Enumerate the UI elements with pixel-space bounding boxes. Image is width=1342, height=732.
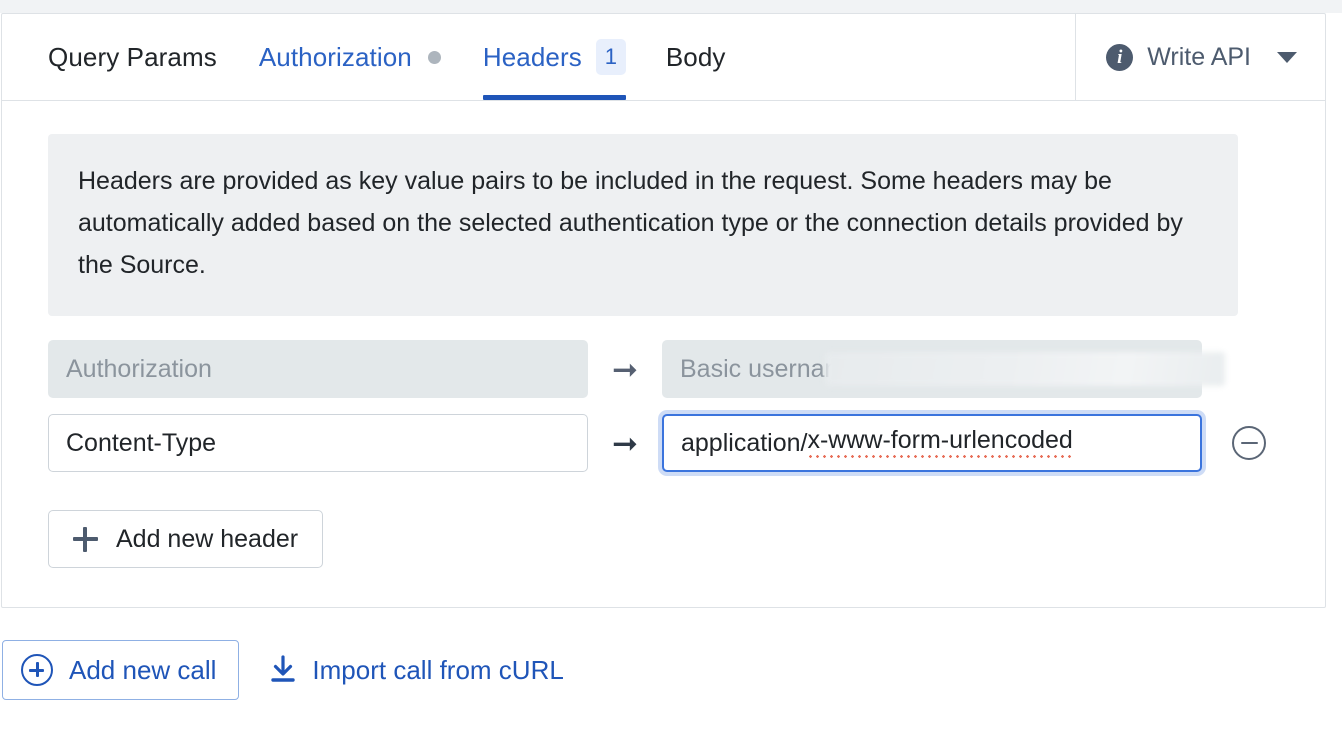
header-key-text: Content-Type <box>66 428 217 457</box>
footer-actions: Add new call Import call from cURL <box>0 640 564 700</box>
headers-panel: Headers are provided as key value pairs … <box>2 101 1325 568</box>
import-curl-button[interactable]: Import call from cURL <box>269 654 564 686</box>
add-new-call-button[interactable]: Add new call <box>2 640 240 700</box>
tab-headers-count-badge: 1 <box>595 39 626 75</box>
add-new-call-label: Add new call <box>69 654 217 685</box>
tab-body-label: Body <box>665 41 726 72</box>
status-dot-icon <box>427 50 441 64</box>
arrow-right-icon: ➞ <box>612 351 638 387</box>
headers-list: Authorization ➞ Basic username: Content-… <box>48 340 1279 568</box>
info-icon: i <box>1106 43 1134 71</box>
api-mode-label: Write API <box>1147 42 1251 71</box>
request-editor-panel: Query Params Authorization Headers 1 Bod… <box>0 0 1342 732</box>
download-icon <box>269 655 297 685</box>
header-value-input-authorization: Basic username: <box>662 340 1225 398</box>
chevron-down-icon <box>1277 51 1297 63</box>
header-value-misspelled-part: x-www-form-urlencoded <box>807 426 1073 460</box>
tab-query-params-label: Query Params <box>48 41 217 72</box>
circle-plus-icon <box>21 654 53 686</box>
headers-info-notice: Headers are provided as key value pairs … <box>48 134 1238 316</box>
top-background-strip <box>0 0 1342 13</box>
plus-icon <box>73 526 98 552</box>
redacted-value-block <box>825 352 1225 386</box>
tab-query-params[interactable]: Query Params <box>48 14 217 100</box>
tab-headers[interactable]: Headers 1 <box>482 14 626 100</box>
request-config-card: Query Params Authorization Headers 1 Bod… <box>1 13 1326 608</box>
tab-list: Query Params Authorization Headers 1 Bod… <box>2 14 1075 100</box>
tab-authorization[interactable]: Authorization <box>259 14 441 100</box>
header-key-placeholder: Authorization <box>66 354 212 383</box>
add-new-header-button[interactable]: Add new header <box>48 510 324 568</box>
header-value-input-content-type[interactable]: application/x-www-form-urlencoded <box>662 414 1202 472</box>
header-row: Content-Type ➞ application/x-www-form-ur… <box>48 414 1279 472</box>
header-key-input-authorization: Authorization <box>48 340 588 398</box>
header-value-prefix: application/ <box>681 428 808 457</box>
circle-minus-icon <box>1240 441 1258 445</box>
remove-header-button[interactable] <box>1232 426 1266 460</box>
header-row: Authorization ➞ Basic username: <box>48 340 1279 398</box>
tab-authorization-label: Authorization <box>258 41 412 72</box>
arrow-right-icon: ➞ <box>612 425 638 461</box>
request-tab-bar: Query Params Authorization Headers 1 Bod… <box>2 14 1325 101</box>
header-key-input-content-type[interactable]: Content-Type <box>48 414 588 472</box>
api-mode-dropdown[interactable]: i Write API <box>1075 14 1325 100</box>
add-new-header-label: Add new header <box>116 524 299 553</box>
tab-headers-label: Headers <box>482 41 582 72</box>
tab-body[interactable]: Body <box>666 14 726 100</box>
import-curl-label: Import call from cURL <box>312 654 564 685</box>
